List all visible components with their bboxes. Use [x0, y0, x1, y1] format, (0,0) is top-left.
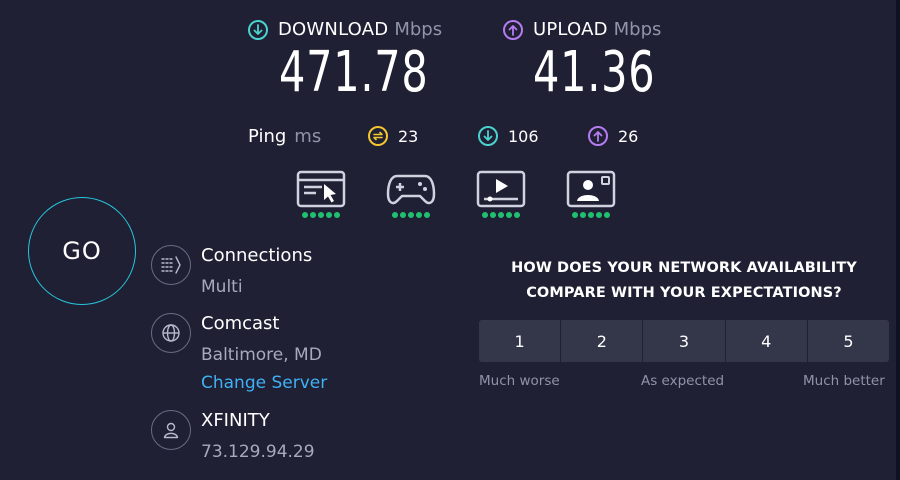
download-speed-value: 471.78: [279, 40, 429, 105]
video-streaming-icon: [476, 170, 526, 208]
web-browsing-dots: [291, 212, 351, 218]
web-browsing-icon: [296, 170, 346, 208]
server-name: Comcast: [201, 313, 280, 334]
video-streaming-rating[interactable]: [471, 170, 531, 218]
ping-upload: 26: [588, 126, 638, 146]
upload-label: UPLOAD: [533, 19, 608, 40]
upload-speed-value: 41.36: [533, 40, 656, 105]
gaming-dots: [381, 212, 441, 218]
connections-title: Connections: [201, 245, 313, 266]
provider-name: XFINITY: [201, 410, 270, 431]
web-browsing-rating[interactable]: [291, 170, 351, 218]
gaming-icon: [386, 174, 436, 205]
upload-arrow-icon: [503, 19, 523, 40]
download-arrow-icon: [248, 19, 268, 40]
upload-latency-icon: [588, 126, 608, 146]
ping-idle-value: 23: [398, 126, 419, 146]
download-label: DOWNLOAD: [278, 19, 389, 40]
rating-option-2[interactable]: 2: [560, 320, 643, 362]
ping-idle: 23: [368, 126, 418, 146]
user-icon: [151, 410, 191, 450]
rating-scale: 1 2 3 4 5: [479, 320, 890, 362]
ping-label-group: Ping ms: [248, 126, 321, 147]
connections-icon: [151, 245, 191, 285]
change-server-link[interactable]: Change Server: [201, 373, 327, 393]
video-chat-rating[interactable]: [561, 170, 621, 218]
ping-unit: ms: [294, 126, 322, 147]
upload-header: UPLOAD Mbps: [503, 19, 661, 40]
globe-icon: [151, 313, 191, 353]
survey-question-line1: HOW DOES YOUR NETWORK AVAILABILITY: [511, 260, 857, 276]
video-chat-dots: [561, 212, 621, 218]
rating-option-5[interactable]: 5: [806, 320, 890, 362]
speedtest-panel: DOWNLOAD Mbps 471.78 UPLOAD Mbps 41.36 P…: [0, 0, 900, 480]
download-latency-icon: [478, 126, 498, 146]
video-chat-icon: [566, 170, 616, 208]
idle-latency-icon: [368, 126, 388, 146]
upload-unit: Mbps: [613, 19, 662, 40]
scale-label-mid: As expected: [641, 373, 725, 389]
survey-question: HOW DOES YOUR NETWORK AVAILABILITY COMPA…: [474, 256, 894, 306]
rating-option-1[interactable]: 1: [479, 320, 561, 362]
rating-option-3[interactable]: 3: [642, 320, 725, 362]
rating-option-4[interactable]: 4: [724, 320, 807, 362]
ping-upload-value: 26: [618, 126, 639, 146]
ping-label: Ping: [248, 126, 287, 147]
download-header: DOWNLOAD Mbps: [248, 19, 442, 40]
scale-label-high: Much better: [803, 373, 885, 389]
server-location: Baltimore, MD: [201, 345, 322, 365]
connections-value: Multi: [201, 277, 243, 297]
download-unit: Mbps: [394, 19, 443, 40]
scale-label-low: Much worse: [479, 373, 560, 389]
ping-download-value: 106: [508, 126, 539, 146]
video-streaming-dots: [471, 212, 531, 218]
go-button[interactable]: GO: [28, 197, 136, 305]
gaming-rating[interactable]: [381, 170, 441, 218]
ip-address: 73.129.94.29: [201, 442, 315, 462]
ping-download: 106: [478, 126, 539, 146]
survey-question-line2: COMPARE WITH YOUR EXPECTATIONS?: [526, 285, 842, 301]
